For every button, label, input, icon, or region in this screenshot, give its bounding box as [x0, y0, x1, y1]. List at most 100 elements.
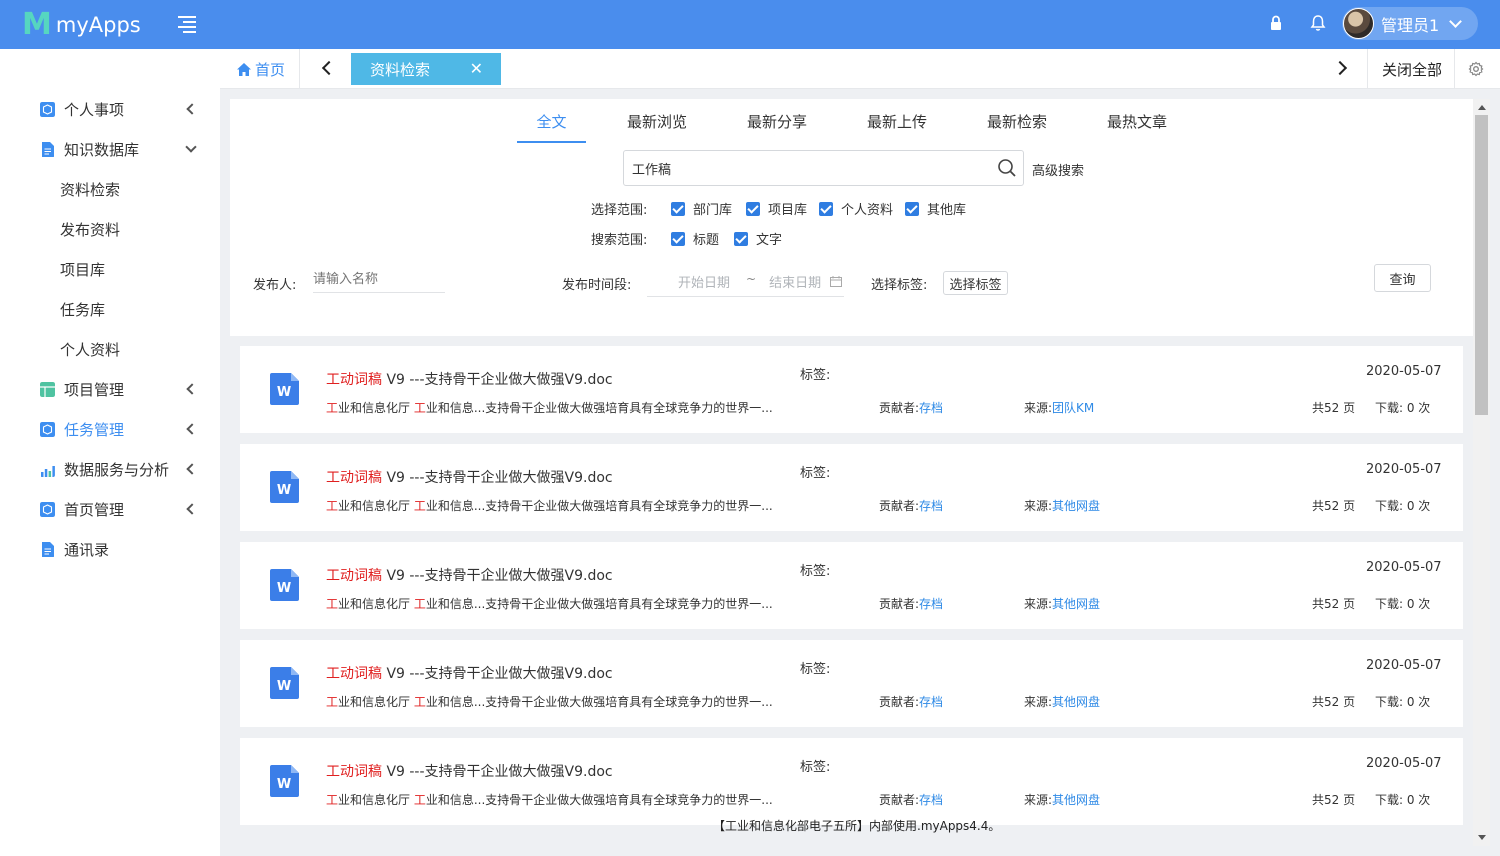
checkbox-label: 个人资料	[841, 203, 894, 218]
checkbox-label: 部门库	[693, 203, 733, 218]
date-range-picker[interactable]: 开始日期 ~ 结束日期	[647, 267, 844, 297]
gear-icon[interactable]	[1468, 61, 1484, 77]
tab-hot-articles[interactable]: 最热文章	[1102, 111, 1172, 144]
source-link[interactable]: 团队KM	[1052, 401, 1094, 415]
sidebar-item-label: 发布资料	[60, 220, 121, 239]
sidebar-item-label: 知识数据库	[64, 140, 140, 159]
scroll-up-arrow-icon[interactable]	[1478, 105, 1486, 110]
tab-home[interactable]: 首页	[236, 49, 285, 89]
app-logo[interactable]: M myApps	[22, 10, 141, 40]
title-highlight: 工动词稿	[326, 666, 382, 682]
result-card[interactable]: W 工动词稿 V9 ---支持骨干企业做大做强V9.doc 工业和信息化厅 工业和信…	[240, 640, 1463, 727]
sidebar-item-data-services[interactable]: 数据服务与分析	[0, 449, 220, 489]
checkbox-checked-icon	[734, 231, 748, 246]
contributor-link[interactable]: 存档	[919, 695, 943, 709]
sidebar-subitem-project-library[interactable]: 项目库	[0, 249, 220, 289]
checkbox-project-library[interactable]: 项目库	[746, 199, 807, 218]
result-snippet: 工业和信息化厅 工业和信息...支持骨干企业做大做强培育具有全球竞争力的世界一.…	[326, 497, 773, 514]
close-all-button[interactable]: 关闭全部	[1382, 49, 1442, 89]
sidebar-subitem-publish[interactable]: 发布资料	[0, 209, 220, 249]
title-highlight: 工动词稿	[326, 470, 382, 486]
checkbox-personal-data[interactable]: 个人资料	[819, 199, 893, 218]
result-title[interactable]: 工动词稿 V9 ---支持骨干企业做大做强V9.doc	[326, 761, 613, 781]
calendar-icon	[830, 276, 843, 287]
chevron-left-icon[interactable]	[321, 60, 337, 76]
start-date-input[interactable]: 开始日期	[678, 272, 730, 291]
sidebar-item-label: 个人资料	[60, 340, 121, 359]
user-name: 管理员1	[1381, 15, 1440, 35]
tab-recent-uploads[interactable]: 最新上传	[862, 111, 932, 144]
result-title[interactable]: 工动词稿 V9 ---支持骨干企业做大做强V9.doc	[326, 565, 613, 585]
bell-icon[interactable]	[1310, 14, 1326, 32]
sidebar-subitem-search[interactable]: 资料检索	[0, 169, 220, 209]
select-tag-button[interactable]: 选择标签	[943, 271, 1008, 295]
chevron-right-icon[interactable]	[1332, 60, 1348, 76]
checkbox-other-library[interactable]: 其他库	[905, 199, 966, 218]
scrollbar-thumb[interactable]	[1475, 115, 1488, 415]
contributor-link[interactable]: 存档	[919, 793, 943, 807]
word-doc-icon: W	[270, 569, 299, 601]
home-icon	[237, 62, 251, 76]
checkbox-title[interactable]: 标题	[671, 229, 719, 248]
sidebar-item-task-management[interactable]: 任务管理	[0, 409, 220, 449]
source-link[interactable]: 其他网盘	[1052, 499, 1100, 513]
source-link[interactable]: 其他网盘	[1052, 597, 1100, 611]
menu-toggle-icon[interactable]	[178, 16, 196, 33]
tab-document-search[interactable]: 资料检索 ✕	[351, 53, 501, 85]
result-download-count: 下载: 0 次	[1375, 401, 1431, 415]
sidebar-item-homepage-management[interactable]: 首页管理	[0, 489, 220, 529]
result-source: 来源:其他网盘	[1024, 497, 1100, 514]
sidebar-item-label: 项目管理	[64, 380, 125, 399]
svg-text:W: W	[277, 385, 291, 400]
tab-recent-views[interactable]: 最新浏览	[622, 111, 692, 144]
source-link[interactable]: 其他网盘	[1052, 793, 1100, 807]
source-label: 来源:	[1024, 499, 1053, 513]
tab-recent-shares[interactable]: 最新分享	[742, 111, 812, 144]
sidebar-item-personal[interactable]: 个人事项	[0, 89, 220, 129]
source-link[interactable]: 其他网盘	[1052, 695, 1100, 709]
result-download-count: 下载: 0 次	[1375, 499, 1431, 513]
result-title[interactable]: 工动词稿 V9 ---支持骨干企业做大做强V9.doc	[326, 663, 613, 683]
snippet-highlight: 工	[413, 597, 426, 611]
sidebar-subitem-task-library[interactable]: 任务库	[0, 289, 220, 329]
title-text: V9 ---支持骨干企业做大做强V9.doc	[382, 764, 613, 780]
result-card[interactable]: W 工动词稿 V9 ---支持骨干企业做大做强V9.doc 工业和信息化厅 工业和信…	[240, 542, 1463, 629]
tab-recent-searches[interactable]: 最新检索	[982, 111, 1052, 144]
checkbox-label: 项目库	[768, 203, 808, 218]
advanced-search-link[interactable]: 高级搜索	[1032, 160, 1084, 179]
snippet-highlight: 工	[326, 499, 339, 513]
checkbox-text[interactable]: 文字	[734, 229, 782, 248]
user-menu[interactable]: 管理员1	[1342, 7, 1478, 40]
search-icon[interactable]	[997, 158, 1017, 178]
result-title[interactable]: 工动词稿 V9 ---支持骨干企业做大做强V9.doc	[326, 369, 613, 389]
scrollbar[interactable]	[1473, 99, 1490, 846]
result-title[interactable]: 工动词稿 V9 ---支持骨干企业做大做强V9.doc	[326, 467, 613, 487]
end-date-input[interactable]: 结束日期	[769, 272, 821, 291]
result-card[interactable]: W 工动词稿 V9 ---支持骨干企业做大做强V9.doc 工业和信息化厅 工业和信…	[240, 738, 1463, 825]
result-card[interactable]: W 工动词稿 V9 ---支持骨干企业做大做强V9.doc 工业和信息化厅 工业和信…	[240, 444, 1463, 531]
contributor-label: 贡献者:	[879, 401, 920, 415]
scroll-down-arrow-icon[interactable]	[1478, 835, 1486, 840]
result-date: 2020-05-07	[1366, 658, 1442, 673]
lock-icon[interactable]	[1268, 14, 1284, 32]
contributor-label: 贡献者:	[879, 695, 920, 709]
sidebar-item-contacts[interactable]: 通讯录	[0, 529, 220, 569]
tab-full-text[interactable]: 全文	[517, 111, 586, 144]
checkbox-department-library[interactable]: 部门库	[671, 199, 732, 218]
publisher-input[interactable]	[313, 267, 445, 293]
sidebar-item-knowledge-base[interactable]: 知识数据库	[0, 129, 220, 169]
sidebar-item-project-management[interactable]: 项目管理	[0, 369, 220, 409]
close-icon[interactable]: ✕	[470, 59, 483, 78]
result-contributor: 贡献者:存档	[879, 693, 943, 710]
sidebar-subitem-personal-data[interactable]: 个人资料	[0, 329, 220, 369]
result-card[interactable]: W 工动词稿 V9 ---支持骨干企业做大做强V9.doc 工业和信息化厅 工业和信…	[240, 346, 1463, 433]
query-button[interactable]: 查询	[1374, 264, 1431, 292]
source-label: 来源:	[1024, 695, 1053, 709]
word-doc-icon: W	[270, 765, 299, 797]
contributor-link[interactable]: 存档	[919, 597, 943, 611]
contributor-link[interactable]: 存档	[919, 401, 943, 415]
contributor-link[interactable]: 存档	[919, 499, 943, 513]
search-input[interactable]	[624, 151, 984, 185]
sidebar-item-label: 数据服务与分析	[64, 460, 170, 479]
result-contributor: 贡献者:存档	[879, 399, 943, 416]
